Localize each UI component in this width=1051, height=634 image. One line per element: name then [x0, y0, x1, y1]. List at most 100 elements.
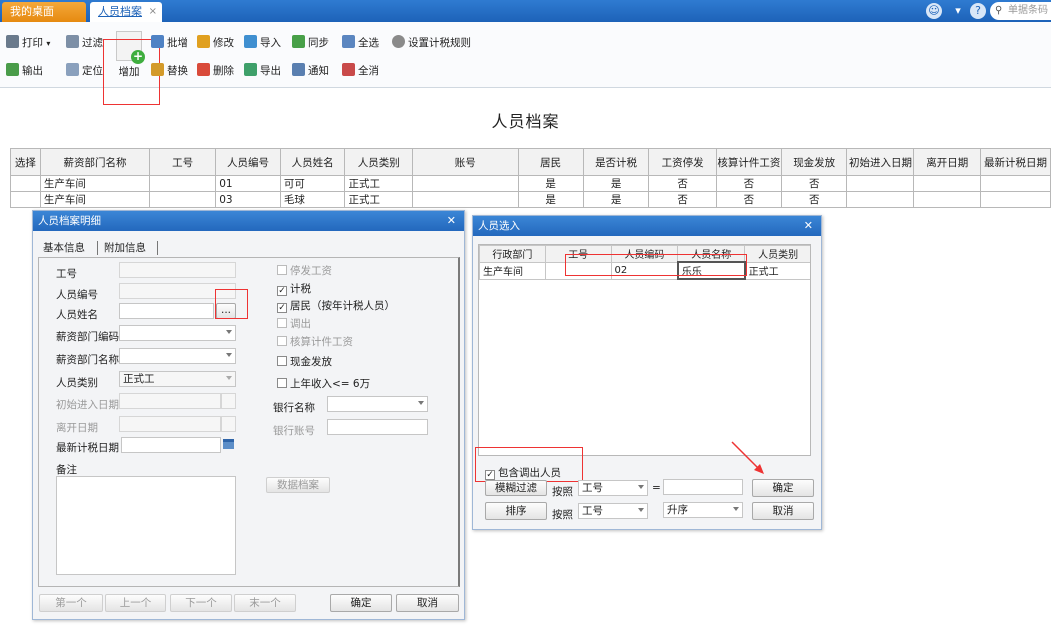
remark-textarea[interactable] — [56, 476, 236, 575]
tab-basic-info[interactable]: 基本信息 — [43, 239, 85, 257]
col-header[interactable]: 人员编号 — [215, 148, 281, 176]
person-code-field[interactable] — [119, 283, 236, 299]
tax-rule-button[interactable]: 设置计税规则 — [392, 34, 471, 52]
last-button[interactable]: 末一个 — [234, 594, 296, 612]
table-cell[interactable]: 02 — [610, 261, 679, 280]
table-cell[interactable] — [913, 191, 981, 208]
table-cell[interactable]: 生产车间 — [479, 261, 546, 280]
income-checkbox[interactable]: 上年收入<= 6万 — [277, 376, 370, 391]
table-cell[interactable]: 生产车间 — [39, 175, 151, 192]
ok-button[interactable]: 确定 — [330, 594, 392, 612]
delete-button[interactable]: 删除 — [197, 62, 234, 80]
table-row[interactable]: 生产车间 02 乐乐 正式工 — [479, 261, 810, 280]
table-row[interactable]: 生产车间 03 毛球 正式工 是 是 否 否 否 — [10, 191, 1051, 208]
table-cell[interactable]: 是 — [582, 175, 650, 192]
search-input[interactable]: ⚲ 单据条码 — [990, 2, 1051, 20]
bank-account-field[interactable] — [327, 419, 428, 435]
close-icon[interactable]: ✕ — [447, 211, 456, 231]
dept-name-select[interactable] — [119, 348, 236, 364]
col-header[interactable]: 账号 — [412, 148, 519, 176]
help-icon[interactable]: ? — [970, 3, 986, 19]
calendar-icon[interactable] — [223, 439, 234, 449]
sort-order-select[interactable]: 升序 — [663, 502, 743, 518]
start-date-field[interactable] — [119, 393, 221, 409]
cash-checkbox[interactable]: 现金发放 — [277, 354, 332, 369]
first-button[interactable]: 第一个 — [39, 594, 103, 612]
cancel-button[interactable]: 取消 — [752, 502, 814, 520]
table-cell[interactable] — [980, 175, 1051, 192]
batch-add-button[interactable]: 批增 — [151, 34, 188, 52]
chevron-down-icon[interactable]: ▾ — [950, 3, 966, 19]
col-header[interactable]: 薪资部门名称 — [39, 148, 151, 176]
filter-value-input[interactable] — [663, 479, 743, 495]
table-cell[interactable]: 乐乐 — [676, 261, 746, 280]
table-cell[interactable] — [149, 191, 217, 208]
select-all-button[interactable]: 全选 — [342, 34, 379, 52]
taxable-checkbox[interactable]: ✓ 计税 — [277, 281, 311, 296]
col-header[interactable]: 最新计税日期 — [980, 148, 1051, 176]
table-cell[interactable] — [10, 191, 41, 208]
job-no-field[interactable] — [119, 262, 236, 278]
data-archive-button[interactable]: 数据档案 — [266, 477, 330, 493]
modify-button[interactable]: 修改 — [197, 34, 234, 52]
table-cell[interactable]: 否 — [715, 191, 782, 208]
include-transfer-checkbox[interactable]: ✓ 包含调出人员 — [485, 465, 561, 480]
table-cell[interactable] — [544, 261, 612, 280]
smiley-icon[interactable]: ☺ — [926, 3, 942, 19]
filter-field-select[interactable]: 工号 — [578, 480, 648, 496]
locate-button[interactable]: 定位 — [66, 62, 103, 80]
table-cell[interactable]: 可可 — [279, 175, 346, 192]
col-header[interactable]: 离开日期 — [913, 148, 981, 176]
tab-desktop[interactable]: 我的桌面 — [2, 2, 86, 22]
cancel-button[interactable]: 取消 — [396, 594, 459, 612]
table-cell[interactable] — [412, 175, 519, 192]
bank-name-select[interactable] — [327, 396, 428, 412]
col-header[interactable]: 工号 — [149, 148, 217, 176]
sort-field-select[interactable]: 工号 — [578, 503, 648, 519]
start-date-picker[interactable] — [221, 393, 236, 409]
person-name-field[interactable] — [119, 303, 214, 319]
piece-wage-checkbox[interactable]: 核算计件工资 — [277, 334, 353, 349]
tab-person-archive[interactable]: 人员档案 × — [90, 2, 162, 22]
browse-button[interactable]: ... — [216, 303, 236, 319]
print-button[interactable]: 打印 ▾ — [6, 34, 50, 52]
output-button[interactable]: 输出 — [6, 62, 43, 80]
col-header[interactable]: 人员编码 — [610, 245, 679, 263]
export-button[interactable]: 导出 — [244, 62, 281, 80]
col-header[interactable]: 工号 — [544, 245, 612, 263]
col-header[interactable]: 现金发放 — [780, 148, 848, 176]
table-cell[interactable]: 否 — [648, 191, 717, 208]
dept-code-select[interactable] — [119, 325, 236, 341]
col-header[interactable]: 工资停发 — [648, 148, 717, 176]
table-cell[interactable] — [412, 191, 519, 208]
leave-date-picker[interactable] — [221, 416, 236, 432]
table-cell[interactable]: 是 — [517, 191, 584, 208]
stop-pay-checkbox[interactable]: 停发工资 — [277, 263, 332, 278]
table-cell[interactable] — [149, 175, 217, 192]
add-button[interactable]: 增加 — [110, 29, 148, 81]
leave-date-field[interactable] — [119, 416, 221, 432]
fuzzy-filter-button[interactable]: 模糊过滤 — [485, 480, 547, 496]
col-header[interactable]: 选择 — [10, 148, 41, 176]
table-cell[interactable]: 是 — [517, 175, 584, 192]
table-cell[interactable]: 正式工 — [344, 175, 414, 192]
transfer-out-checkbox[interactable]: 调出 — [277, 316, 311, 331]
table-cell[interactable] — [846, 191, 915, 208]
table-cell[interactable]: 否 — [648, 175, 717, 192]
tax-date-field[interactable] — [121, 437, 221, 453]
col-header[interactable]: 是否计税 — [582, 148, 650, 176]
col-header[interactable]: 核算计件工资 — [715, 148, 782, 176]
col-header[interactable]: 初始进入日期 — [846, 148, 915, 176]
sort-button[interactable]: 排序 — [485, 502, 547, 520]
col-header[interactable]: 行政部门 — [479, 245, 546, 263]
sync-button[interactable]: 同步 — [292, 34, 329, 52]
import-button[interactable]: 导入 — [244, 34, 281, 52]
table-cell[interactable]: 毛球 — [279, 191, 346, 208]
table-cell[interactable]: 否 — [780, 191, 848, 208]
col-header[interactable]: 人员姓名 — [279, 148, 346, 176]
table-cell[interactable]: 是 — [582, 191, 650, 208]
notify-button[interactable]: 通知 — [292, 62, 329, 80]
table-cell[interactable] — [10, 175, 41, 192]
col-header[interactable]: 人员类别 — [744, 245, 810, 263]
tab-extra-info[interactable]: 附加信息 — [104, 239, 146, 257]
